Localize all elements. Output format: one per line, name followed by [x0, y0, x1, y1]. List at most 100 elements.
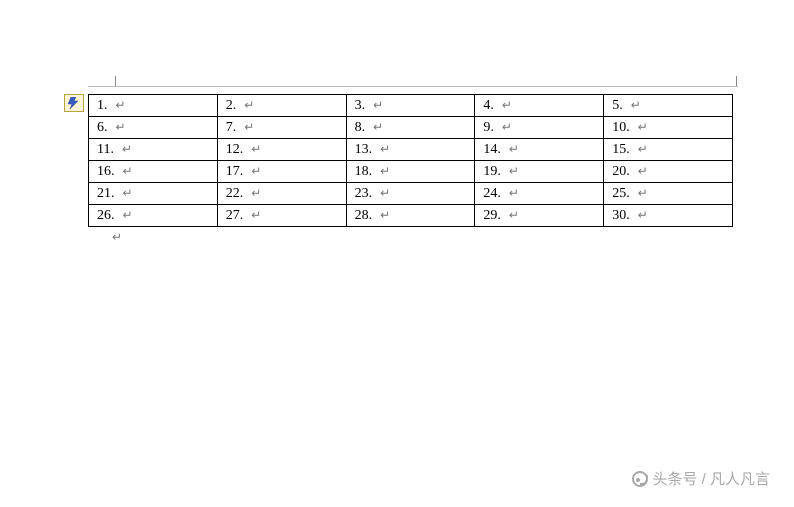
table-cell[interactable]: 25.↵ [604, 183, 733, 205]
cell-number: 19. [483, 164, 501, 180]
paragraph-mark-icon: ↵ [630, 120, 648, 135]
table-row: 1.↵ 2.↵ 3.↵ 4.↵ 5.↵ [89, 95, 733, 117]
paragraph-mark-icon: ↵ [372, 186, 390, 201]
watermark: 头条号 / 凡人凡言 [632, 468, 770, 489]
cell-number: 13. [355, 142, 373, 158]
table-cell[interactable]: 22.↵ [217, 183, 346, 205]
table-cell[interactable]: 8.↵ [346, 117, 475, 139]
paragraph-mark-icon: ↵ [115, 164, 133, 179]
cell-number: 26. [97, 208, 115, 224]
cell-number: 10. [612, 120, 630, 136]
table-cell[interactable]: 6.↵ [89, 117, 218, 139]
ruler-tick-right [736, 76, 737, 86]
cell-number: 7. [226, 120, 237, 136]
table-cell[interactable]: 27.↵ [217, 205, 346, 227]
paragraph-mark-icon: ↵ [623, 98, 641, 113]
paragraph-mark-icon: ↵ [501, 186, 519, 201]
cell-number: 15. [612, 142, 630, 158]
paragraph-mark-icon: ↵ [243, 186, 261, 201]
paragraph-mark-icon: ↵ [501, 142, 519, 157]
table-cell[interactable]: 16.↵ [89, 161, 218, 183]
paragraph-mark-icon: ↵ [494, 120, 512, 135]
paragraph-mark-icon: ↵ [494, 98, 512, 113]
table-cell[interactable]: 14.↵ [475, 139, 604, 161]
paragraph-mark-icon: ↵ [365, 98, 383, 113]
table-cell[interactable]: 18.↵ [346, 161, 475, 183]
autocorrect-smart-tag[interactable] [64, 94, 84, 112]
paragraph-mark-icon: ↵ [501, 208, 519, 223]
paragraph-mark-icon: ↵ [372, 142, 390, 157]
cell-number: 8. [355, 120, 366, 136]
table-cell[interactable]: 19.↵ [475, 161, 604, 183]
table-cell[interactable]: 13.↵ [346, 139, 475, 161]
cell-number: 6. [97, 120, 108, 136]
paragraph-mark-icon: ↵ [243, 208, 261, 223]
table-cell[interactable]: 1.↵ [89, 95, 218, 117]
cell-number: 29. [483, 208, 501, 224]
cell-number: 18. [355, 164, 373, 180]
ruler-line [88, 86, 738, 87]
cell-number: 2. [226, 98, 237, 114]
cell-number: 12. [226, 142, 244, 158]
cell-number: 14. [483, 142, 501, 158]
paragraph-mark-icon: ↵ [365, 120, 383, 135]
cell-number: 3. [355, 98, 366, 114]
table-row: 21.↵ 22.↵ 23.↵ 24.↵ 25.↵ [89, 183, 733, 205]
trailing-paragraph-mark: ↵ [112, 230, 122, 245]
table-cell[interactable]: 30.↵ [604, 205, 733, 227]
numbered-table[interactable]: 1.↵ 2.↵ 3.↵ 4.↵ 5.↵ 6.↵ 7.↵ 8.↵ 9.↵ 10.↵… [88, 94, 733, 227]
cell-number: 22. [226, 186, 244, 202]
paragraph-mark-icon: ↵ [372, 164, 390, 179]
table-cell[interactable]: 24.↵ [475, 183, 604, 205]
table-cell[interactable]: 9.↵ [475, 117, 604, 139]
paragraph-mark-icon: ↵ [630, 186, 648, 201]
cell-number: 11. [97, 142, 114, 158]
table-cell[interactable]: 3.↵ [346, 95, 475, 117]
cell-number: 28. [355, 208, 373, 224]
lightning-icon [67, 97, 81, 109]
paragraph-mark-icon: ↵ [236, 120, 254, 135]
cell-number: 27. [226, 208, 244, 224]
cell-number: 17. [226, 164, 244, 180]
cell-number: 25. [612, 186, 630, 202]
paragraph-mark-icon: ↵ [501, 164, 519, 179]
table-row: 26.↵ 27.↵ 28.↵ 29.↵ 30.↵ [89, 205, 733, 227]
table-cell[interactable]: 5.↵ [604, 95, 733, 117]
table-cell[interactable]: 23.↵ [346, 183, 475, 205]
paragraph-mark-icon: ↵ [630, 208, 648, 223]
table-cell[interactable]: 28.↵ [346, 205, 475, 227]
table-cell[interactable]: 17.↵ [217, 161, 346, 183]
paragraph-mark-icon: ↵ [243, 142, 261, 157]
table-cell[interactable]: 20.↵ [604, 161, 733, 183]
table-cell[interactable]: 26.↵ [89, 205, 218, 227]
table-row: 6.↵ 7.↵ 8.↵ 9.↵ 10.↵ [89, 117, 733, 139]
cell-number: 23. [355, 186, 373, 202]
paragraph-mark-icon: ↵ [108, 120, 126, 135]
paragraph-mark-icon: ↵ [236, 98, 254, 113]
cell-number: 4. [483, 98, 494, 114]
table-cell[interactable]: 29.↵ [475, 205, 604, 227]
table-cell[interactable]: 7.↵ [217, 117, 346, 139]
paragraph-mark-icon: ↵ [115, 208, 133, 223]
cell-number: 20. [612, 164, 630, 180]
cell-number: 9. [483, 120, 494, 136]
table-cell[interactable]: 2.↵ [217, 95, 346, 117]
cell-number: 5. [612, 98, 623, 114]
table-cell[interactable]: 12.↵ [217, 139, 346, 161]
table-cell[interactable]: 10.↵ [604, 117, 733, 139]
paragraph-mark-icon: ↵ [108, 98, 126, 113]
paragraph-mark-icon: ↵ [114, 142, 132, 157]
paragraph-mark-icon: ↵ [115, 186, 133, 201]
cell-number: 16. [97, 164, 115, 180]
table-cell[interactable]: 15.↵ [604, 139, 733, 161]
table-cell[interactable]: 4.↵ [475, 95, 604, 117]
paragraph-mark-icon: ↵ [630, 142, 648, 157]
table-cell[interactable]: 11.↵ [89, 139, 218, 161]
paragraph-mark-icon: ↵ [372, 208, 390, 223]
table-row: 11.↵ 12.↵ 13.↵ 14.↵ 15.↵ [89, 139, 733, 161]
table-cell[interactable]: 21.↵ [89, 183, 218, 205]
cell-number: 1. [97, 98, 108, 114]
cell-number: 30. [612, 208, 630, 224]
paragraph-mark-icon: ↵ [243, 164, 261, 179]
table-body: 1.↵ 2.↵ 3.↵ 4.↵ 5.↵ 6.↵ 7.↵ 8.↵ 9.↵ 10.↵… [89, 95, 733, 227]
